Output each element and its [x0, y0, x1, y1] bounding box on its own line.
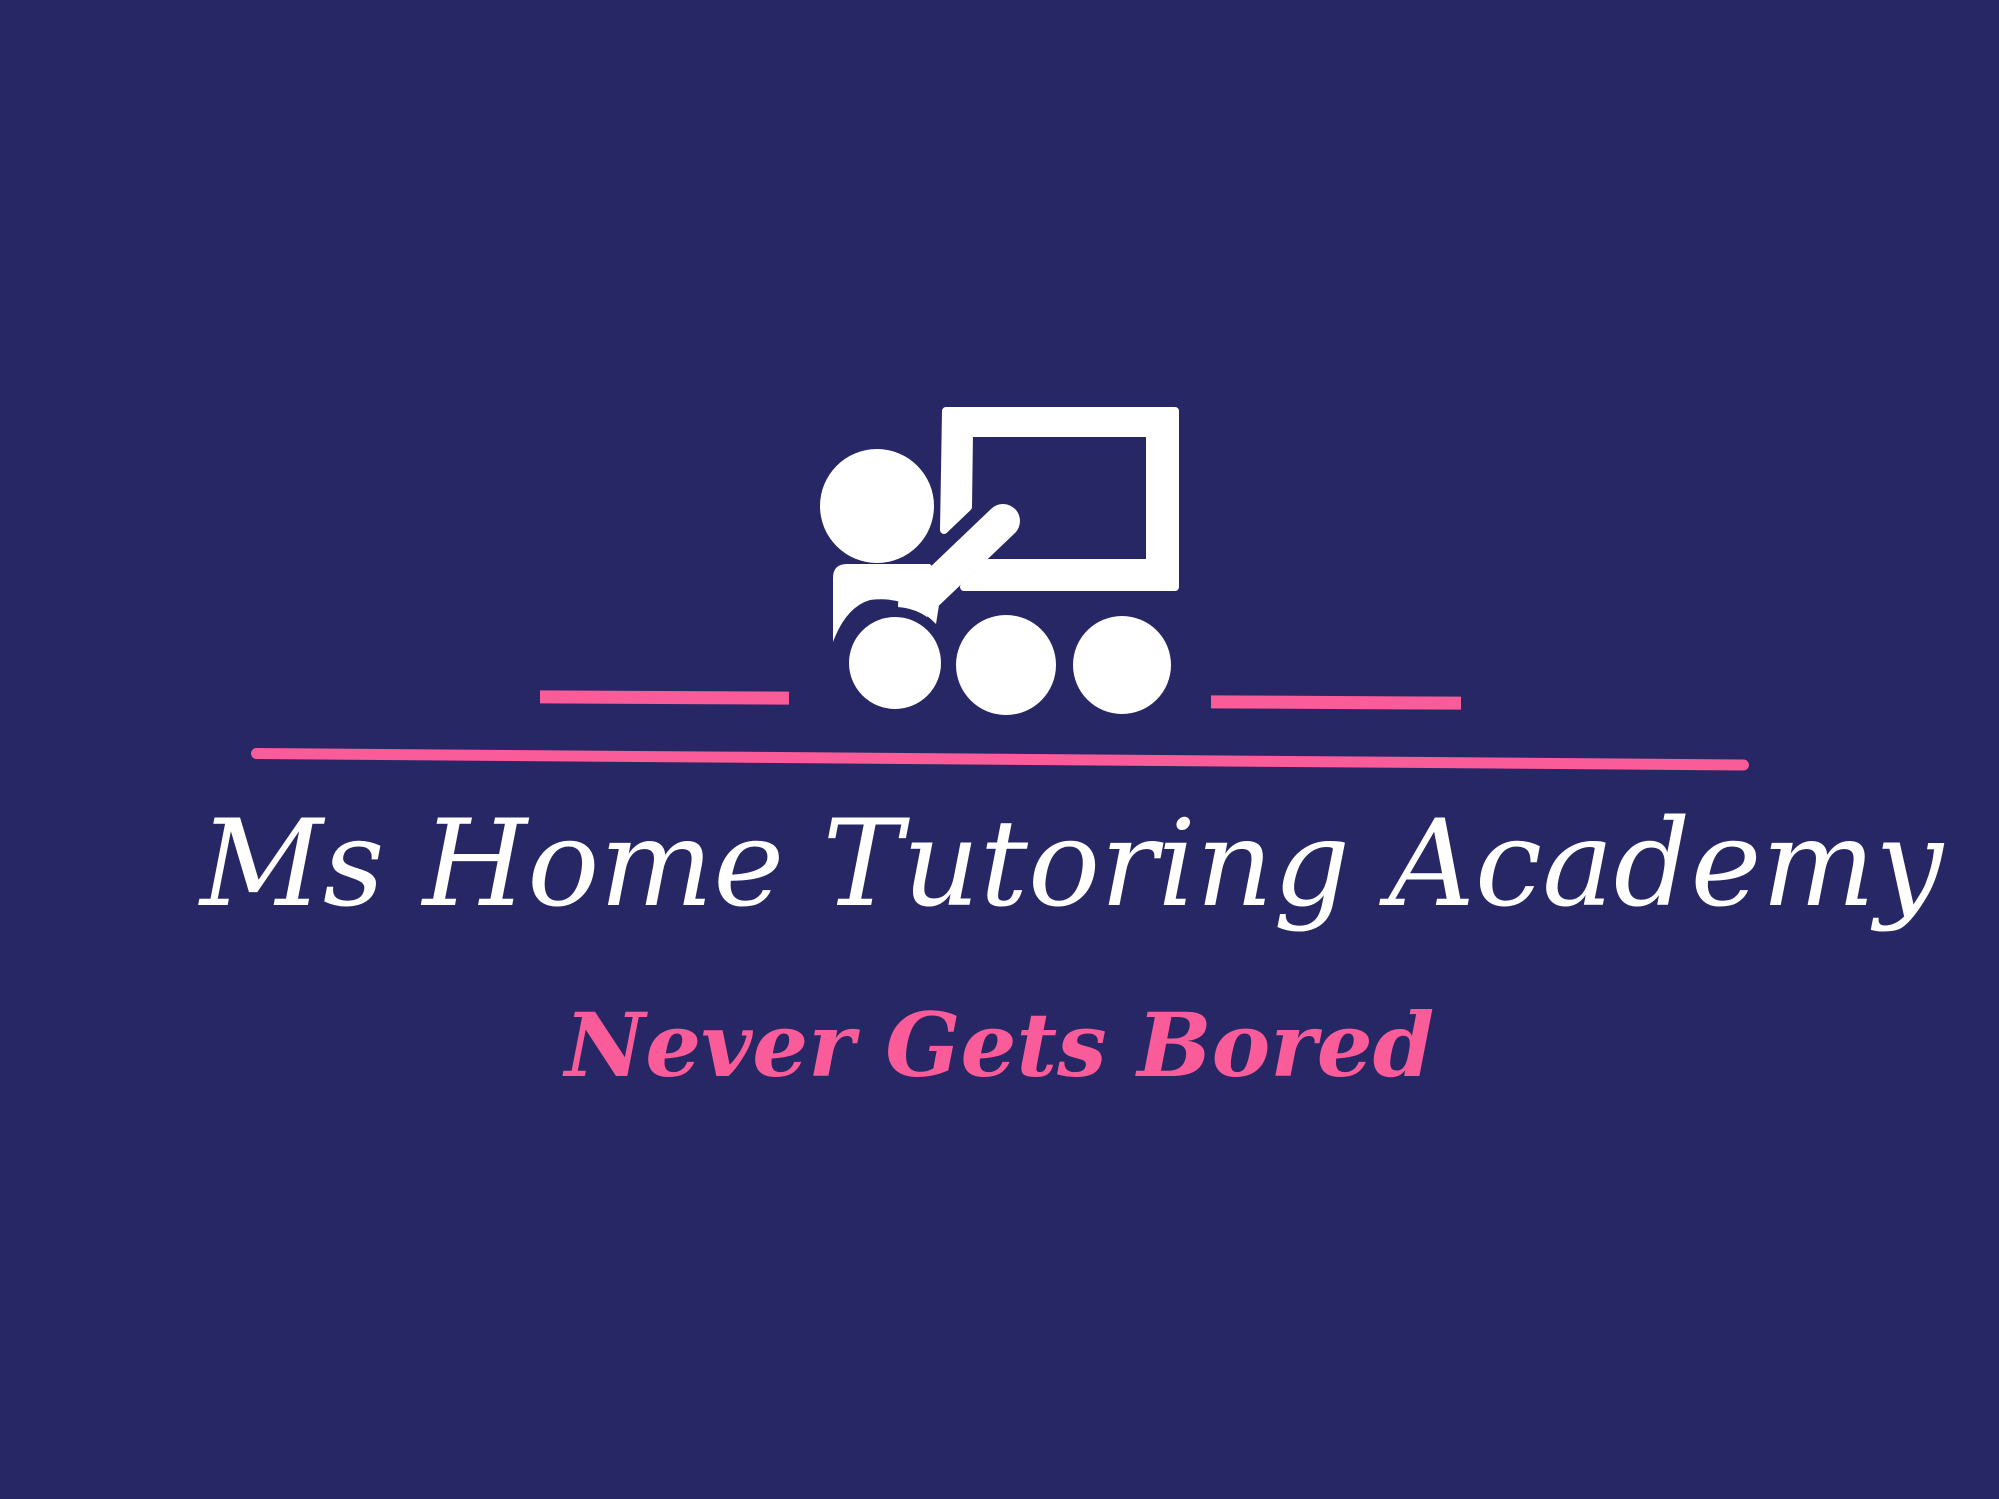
divider-line	[250, 748, 1749, 771]
teacher-head	[820, 449, 934, 563]
logo-canvas: Ms Home Tutoring Academy Never Gets Bore…	[0, 0, 1999, 1499]
brand-tagline: Never Gets Bored	[564, 993, 1435, 1097]
student-3	[1073, 616, 1171, 714]
student-2	[956, 615, 1056, 715]
brand-title: Ms Home Tutoring Academy	[200, 795, 1944, 934]
left-accent-line	[539, 690, 790, 705]
right-accent-line	[1210, 695, 1462, 710]
tutor-teaching-students-icon	[820, 407, 1179, 716]
student-1	[839, 607, 951, 716]
